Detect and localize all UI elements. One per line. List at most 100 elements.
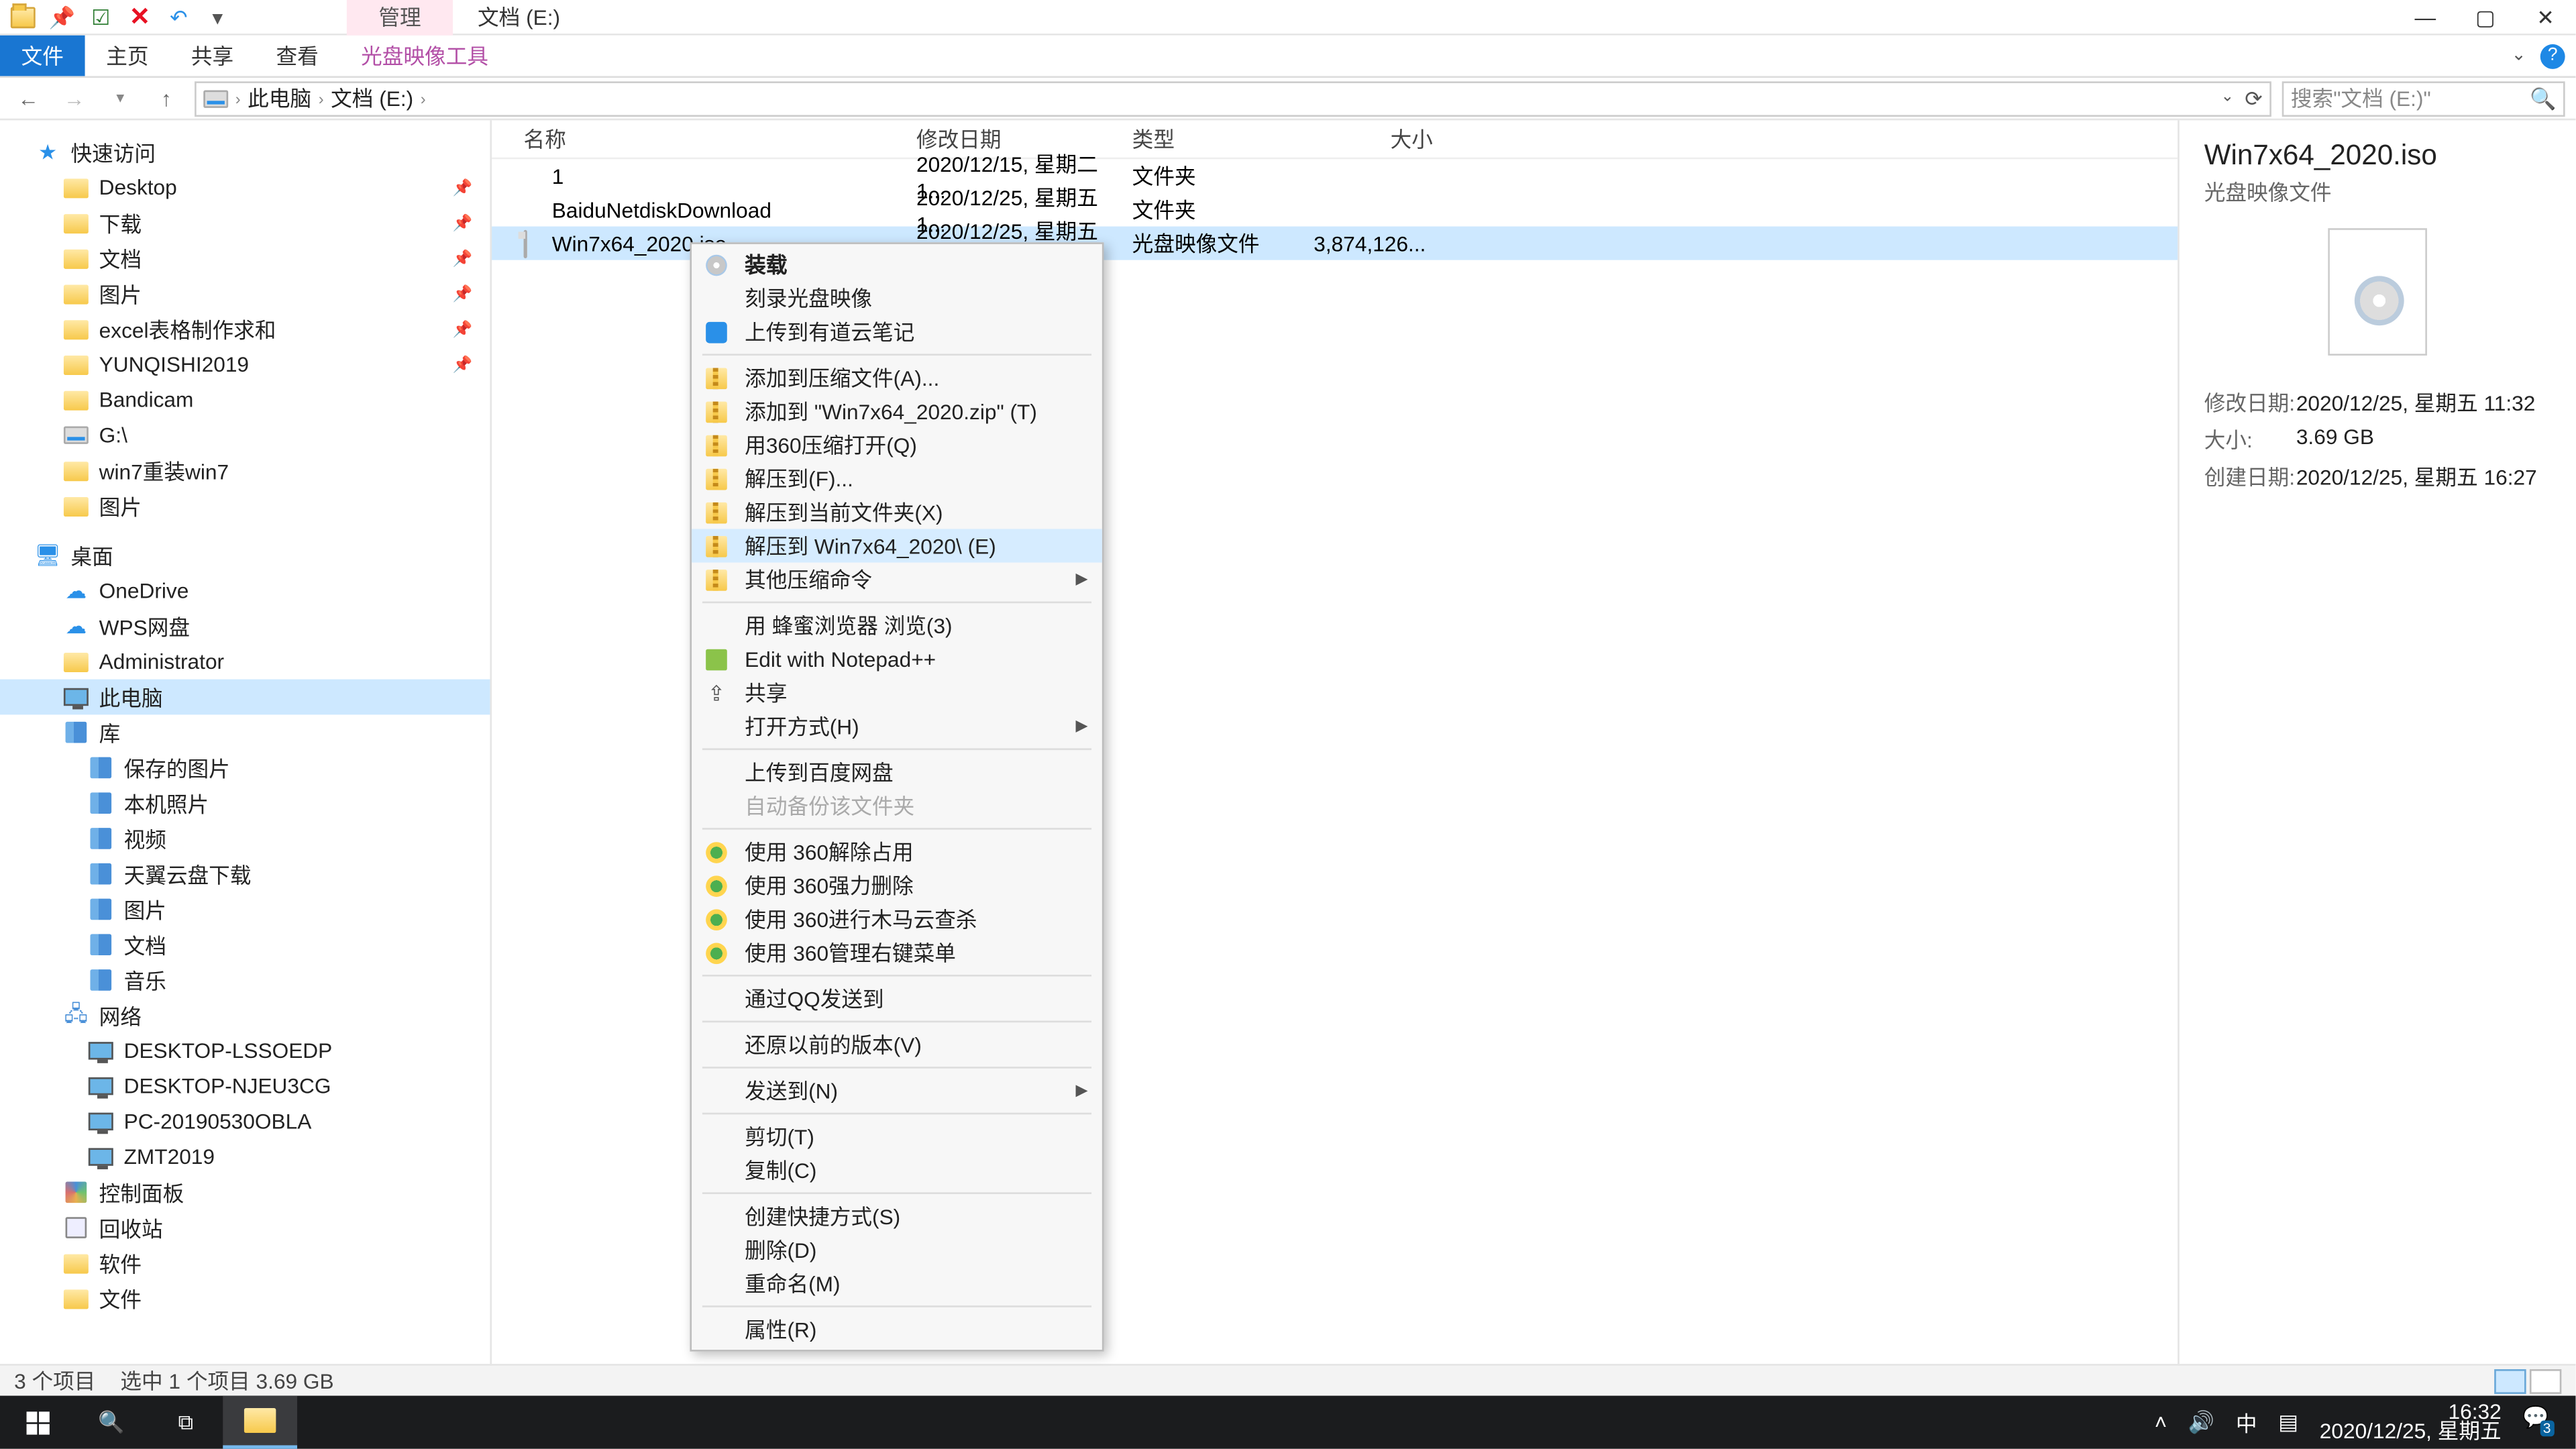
sidebar-item[interactable]: win7重装win7 <box>0 453 490 488</box>
menu-item[interactable]: 添加到 "Win7x64_2020.zip" (T) <box>692 394 1102 428</box>
start-button[interactable] <box>0 1396 74 1449</box>
context-menu[interactable]: 装载刻录光盘映像上传到有道云笔记添加到压缩文件(A)...添加到 "Win7x6… <box>690 242 1104 1351</box>
qat-delete-icon[interactable]: ✕ <box>127 5 152 30</box>
view-large-icons-button[interactable] <box>2530 1368 2561 1393</box>
search-input[interactable]: 搜索"文档 (E:)" 🔍 <box>2282 80 2565 116</box>
sidebar-item[interactable]: 视频 <box>0 821 490 857</box>
ime-indicator[interactable]: 中 <box>2236 1407 2257 1438</box>
menu-item[interactable]: 上传到百度网盘 <box>692 755 1102 789</box>
menu-item[interactable]: Edit with Notepad++ <box>692 642 1102 676</box>
sidebar-item[interactable]: 图片 <box>0 892 490 927</box>
menu-item[interactable]: 使用 360管理右键菜单 <box>692 936 1102 969</box>
tab-view[interactable]: 查看 <box>255 36 340 76</box>
qat-pin-icon[interactable]: 📌 <box>50 5 74 30</box>
file-row[interactable]: 1 2020/12/15, 星期二 1... 文件夹 <box>492 159 2178 193</box>
menu-item[interactable]: ⇪共享 <box>692 676 1102 709</box>
menu-item[interactable]: 还原以前的版本(V) <box>692 1028 1102 1061</box>
taskbar-explorer[interactable] <box>223 1396 297 1449</box>
sidebar-item[interactable]: 本机照片 <box>0 786 490 821</box>
close-button[interactable]: ✕ <box>2516 0 2576 34</box>
nav-forward-button[interactable]: → <box>56 80 92 116</box>
sidebar-item[interactable]: 图片 <box>0 488 490 524</box>
qat-properties-icon[interactable]: ☑ <box>89 5 113 30</box>
minimize-button[interactable]: — <box>2395 0 2455 34</box>
col-type[interactable]: 类型 <box>1132 124 1309 154</box>
sidebar-item[interactable]: ☁WPS网盘 <box>0 608 490 644</box>
sidebar-item[interactable]: DESKTOP-LSSOEDP <box>0 1033 490 1069</box>
task-view-button[interactable]: ⧉ <box>149 1396 223 1449</box>
sidebar-item[interactable]: 图片📌 <box>0 276 490 311</box>
sidebar-item[interactable]: 文档 <box>0 927 490 963</box>
sidebar-item[interactable]: ☁OneDrive <box>0 573 490 608</box>
refresh-icon[interactable]: ⟳ <box>2245 86 2263 111</box>
menu-item[interactable]: 通过QQ发送到 <box>692 982 1102 1016</box>
column-headers[interactable]: 名称 修改日期 类型 大小 <box>492 120 2178 159</box>
menu-item[interactable]: 使用 360进行木马云查杀 <box>692 902 1102 936</box>
maximize-button[interactable]: ▢ <box>2455 0 2516 34</box>
nav-files[interactable]: 文件 <box>0 1281 490 1316</box>
sidebar-item[interactable]: 保存的图片 <box>0 750 490 786</box>
menu-item[interactable]: 创建快捷方式(S) <box>692 1199 1102 1233</box>
sidebar-item[interactable]: PC-20190530OBLA <box>0 1104 490 1139</box>
sidebar-item[interactable]: 此电脑 <box>0 680 490 715</box>
sidebar-item[interactable]: excel表格制作求和📌 <box>0 311 490 347</box>
sidebar-item[interactable]: Desktop📌 <box>0 170 490 205</box>
address-bar[interactable]: › 此电脑 › 文档 (E:) › ⌄ ⟳ <box>195 80 2271 116</box>
taskbar-clock[interactable]: 16:32 2020/12/25, 星期五 <box>2320 1403 2502 1442</box>
nav-quick-access[interactable]: ★ 快速访问 <box>0 134 490 170</box>
navigation-pane[interactable]: ★ 快速访问 Desktop📌下载📌文档📌图片📌excel表格制作求和📌YUNQ… <box>0 120 492 1364</box>
address-dropdown-icon[interactable]: ⌄ <box>2220 86 2234 111</box>
col-size[interactable]: 大小 <box>1309 124 1433 154</box>
tray-overflow-icon[interactable]: ˄ <box>2155 1410 2167 1435</box>
menu-item[interactable]: 打开方式(H)▶ <box>692 709 1102 743</box>
nav-up-button[interactable]: ↑ <box>149 80 184 116</box>
ribbon-expand-icon[interactable]: ⌄ <box>2512 46 2526 66</box>
menu-item[interactable]: 用 蜂蜜浏览器 浏览(3) <box>692 608 1102 642</box>
sidebar-item[interactable]: DESKTOP-NJEU3CG <box>0 1069 490 1104</box>
menu-item[interactable]: 复制(C) <box>692 1153 1102 1187</box>
menu-item[interactable]: 添加到压缩文件(A)... <box>692 361 1102 394</box>
nav-recent-dropdown[interactable]: ▾ <box>103 80 138 116</box>
menu-item[interactable]: 刻录光盘映像 <box>692 281 1102 315</box>
menu-item[interactable]: 发送到(N)▶ <box>692 1074 1102 1108</box>
menu-item[interactable]: 上传到有道云笔记 <box>692 315 1102 348</box>
menu-item[interactable]: 用360压缩打开(Q) <box>692 428 1102 462</box>
menu-item[interactable]: 解压到(F)... <box>692 462 1102 495</box>
nav-control-panel[interactable]: 控制面板 <box>0 1175 490 1210</box>
tab-file[interactable]: 文件 <box>0 36 85 76</box>
view-details-button[interactable] <box>2494 1368 2526 1393</box>
taskbar[interactable]: 🔍 ⧉ ˄ 🔊 中 ▤ 16:32 2020/12/25, 星期五 💬3 <box>0 1396 2575 1449</box>
sidebar-item[interactable]: 文档📌 <box>0 241 490 276</box>
menu-item[interactable]: 解压到当前文件夹(X) <box>692 495 1102 529</box>
tab-share[interactable]: 共享 <box>170 36 255 76</box>
nav-software[interactable]: 软件 <box>0 1245 490 1281</box>
tray-app-icon[interactable]: ▤ <box>2278 1410 2298 1435</box>
action-center-icon[interactable]: 💬3 <box>2522 1405 2558 1440</box>
tab-disc-tools[interactable]: 光盘映像工具 <box>339 36 509 76</box>
sidebar-item[interactable]: G:\ <box>0 417 490 453</box>
sidebar-item[interactable]: 天翼云盘下载 <box>0 856 490 892</box>
menu-item[interactable]: 属性(R) <box>692 1313 1102 1346</box>
sidebar-item[interactable]: ZMT2019 <box>0 1139 490 1175</box>
nav-desktop-group[interactable]: 🖥 桌面 <box>0 538 490 574</box>
nav-recycle-bin[interactable]: 回收站 <box>0 1210 490 1246</box>
nav-network[interactable]: 🖧 网络 <box>0 998 490 1033</box>
nav-back-button[interactable]: ← <box>11 80 46 116</box>
taskbar-search-button[interactable]: 🔍 <box>74 1396 149 1449</box>
sidebar-item[interactable]: 库 <box>0 714 490 750</box>
menu-item[interactable]: 剪切(T) <box>692 1120 1102 1153</box>
menu-item[interactable]: 删除(D) <box>692 1233 1102 1267</box>
sidebar-item[interactable]: 下载📌 <box>0 205 490 241</box>
file-row[interactable]: BaiduNetdiskDownload 2020/12/25, 星期五 1..… <box>492 193 2178 226</box>
sidebar-item[interactable]: Bandicam <box>0 382 490 418</box>
menu-item[interactable]: 其他压缩命令▶ <box>692 563 1102 596</box>
menu-item[interactable]: 解压到 Win7x64_2020\ (E) <box>692 529 1102 562</box>
sidebar-item[interactable]: 音乐 <box>0 963 490 998</box>
system-tray[interactable]: ˄ 🔊 中 ▤ 16:32 2020/12/25, 星期五 💬3 <box>2155 1403 2576 1442</box>
breadcrumb-root[interactable]: 此电脑 <box>248 83 311 113</box>
tab-home[interactable]: 主页 <box>85 36 170 76</box>
breadcrumb-path[interactable]: 文档 (E:) <box>331 83 413 113</box>
menu-item[interactable]: 使用 360强力删除 <box>692 869 1102 902</box>
menu-item[interactable]: 重命名(M) <box>692 1267 1102 1300</box>
qat-dropdown-icon[interactable]: ▾ <box>205 5 230 30</box>
